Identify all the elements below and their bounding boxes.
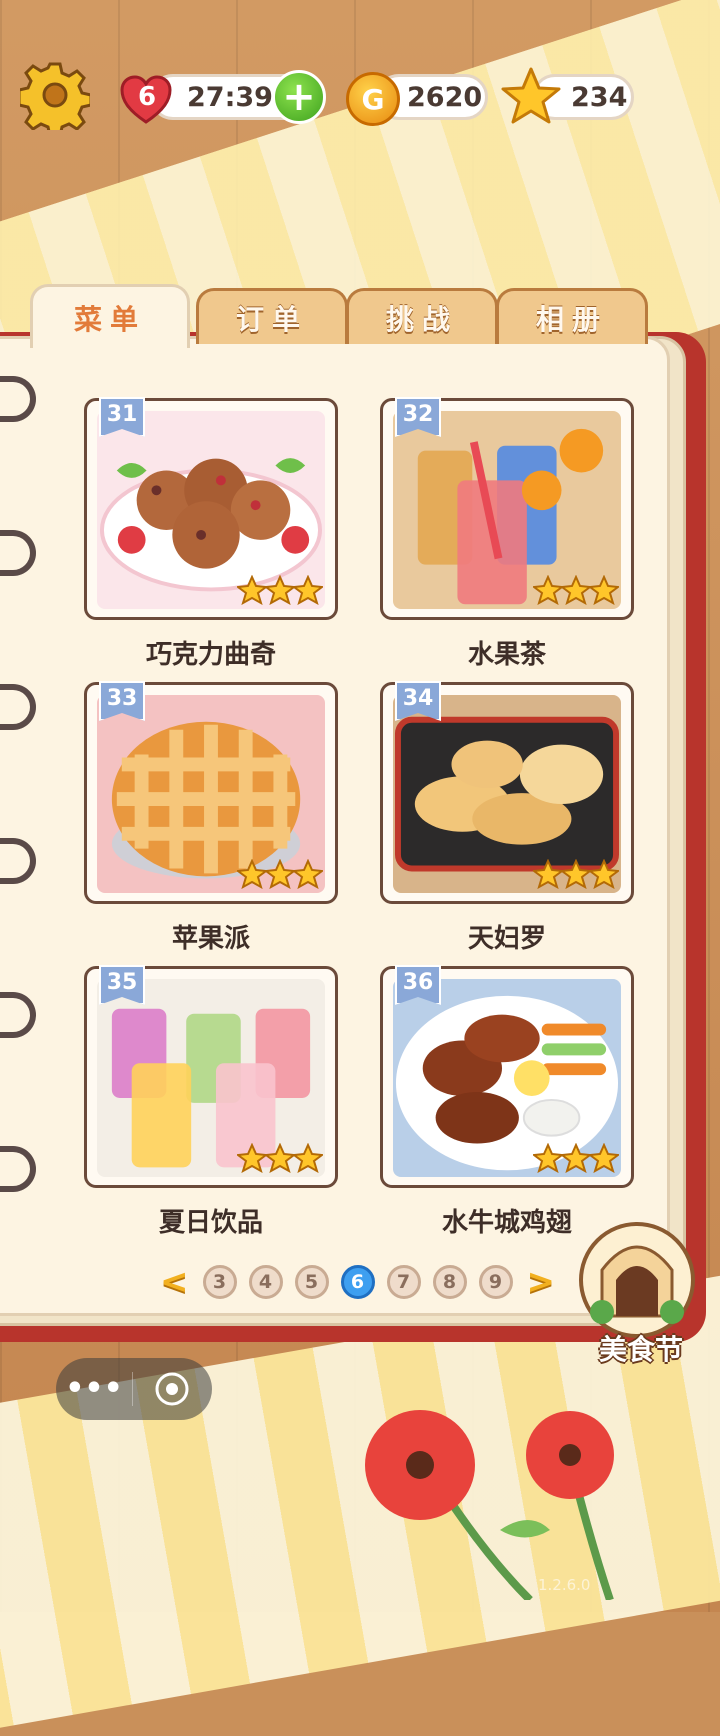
star-icon	[589, 575, 619, 605]
star-icon	[293, 859, 323, 889]
recipe-name: 天妇罗	[467, 924, 546, 954]
page-dot[interactable]: 8	[432, 1265, 467, 1299]
rating-stars	[533, 575, 619, 605]
food-festival-label[interactable]: 美食节	[586, 1328, 696, 1368]
recipe-card-summer-drinks[interactable]: 35	[84, 965, 338, 1188]
rating-stars	[533, 859, 619, 889]
star-icon	[501, 67, 561, 124]
tab-menu[interactable]: 菜单	[30, 284, 190, 348]
recipe-name: 夏日饮品	[158, 1208, 263, 1238]
page-dot[interactable]: 7	[386, 1265, 421, 1299]
mini-program-capsule: •••	[56, 1358, 212, 1420]
star-icon	[293, 1143, 323, 1173]
coins-amount: 2620	[407, 81, 483, 113]
star-icon	[293, 575, 323, 605]
rating-stars	[237, 575, 323, 605]
star-icon	[265, 859, 295, 889]
rating-stars	[237, 859, 323, 889]
tab-orders[interactable]: 订单	[196, 288, 348, 344]
stars-amount: 234	[571, 81, 628, 113]
recipe-name: 巧克力曲奇	[145, 640, 276, 670]
lives-count: 6	[137, 82, 157, 112]
page-dot[interactable]: 4	[248, 1265, 283, 1299]
star-icon	[237, 575, 267, 605]
add-lives-button[interactable]: +	[272, 70, 326, 124]
coin-icon: G	[346, 72, 400, 126]
star-icon	[265, 575, 295, 605]
recipe-card-apple-pie[interactable]: 33	[84, 681, 338, 904]
star-icon	[589, 1143, 619, 1173]
page-dot[interactable]: 9	[478, 1265, 513, 1299]
rating-stars	[533, 1143, 619, 1173]
star-icon	[237, 859, 267, 889]
tab-challenge[interactable]: 挑战	[346, 288, 498, 344]
recipe-card-fruit-tea[interactable]: 32	[380, 397, 634, 620]
flowers-decoration	[365, 1410, 614, 1600]
lives-timer: 27:39	[187, 81, 273, 113]
recipe-name: 水果茶	[467, 640, 546, 670]
tab-album[interactable]: 相册	[496, 288, 648, 344]
recipe-card-tempura[interactable]: 34	[380, 681, 634, 904]
star-icon	[561, 859, 591, 889]
star-icon	[589, 859, 619, 889]
star-icon	[561, 1143, 591, 1173]
rating-stars	[237, 1143, 323, 1173]
close-target-button[interactable]	[133, 1371, 211, 1407]
page-dot-current[interactable]: 6	[340, 1265, 375, 1299]
star-icon	[561, 575, 591, 605]
version-label: 1.2.6.0	[538, 1576, 591, 1594]
star-icon	[533, 1143, 563, 1173]
page-dot[interactable]: 3	[202, 1265, 237, 1299]
star-icon	[533, 575, 563, 605]
target-icon	[155, 1372, 189, 1406]
recipe-card-buffalo-wings[interactable]: 36	[380, 965, 634, 1188]
recipe-name: 苹果派	[171, 924, 250, 954]
more-menu-button[interactable]: •••	[56, 1374, 132, 1404]
star-icon	[265, 1143, 295, 1173]
page-pagination: < 3 4 5 6 7 8 9 >	[160, 1262, 555, 1302]
page-dot[interactable]: 5	[294, 1265, 329, 1299]
star-icon	[533, 859, 563, 889]
next-page-arrow[interactable]: >	[527, 1262, 556, 1302]
star-icon	[237, 1143, 267, 1173]
recipe-card-cookies[interactable]: 31	[84, 397, 338, 620]
settings-gear-icon[interactable]	[20, 60, 90, 130]
prev-page-arrow[interactable]: <	[160, 1262, 189, 1302]
